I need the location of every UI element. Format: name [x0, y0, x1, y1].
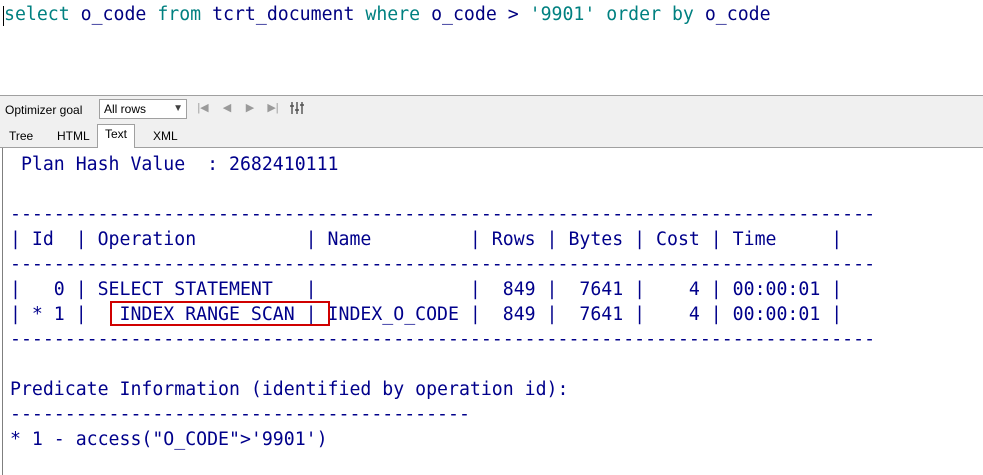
plan-toolbar: Optimizer goal All rows ▼ |◀ ◀ ▶ ▶| — [0, 95, 983, 124]
optimizer-goal-value: All rows — [104, 102, 147, 116]
optimizer-goal-label: Optimizer goal — [5, 103, 83, 117]
optimizer-goal-select[interactable]: All rows ▼ — [99, 99, 187, 119]
sql-keyword: select — [4, 4, 70, 25]
prev-icon[interactable]: ◀ — [220, 101, 234, 115]
last-icon[interactable]: ▶| — [266, 101, 280, 115]
sql-keyword: order by — [606, 4, 694, 25]
tab-xml[interactable]: XML — [153, 127, 178, 147]
sql-ident: o_code > — [420, 4, 530, 25]
sql-keyword: where — [365, 4, 421, 25]
next-icon[interactable]: ▶ — [243, 101, 257, 115]
tab-html[interactable]: HTML — [57, 127, 90, 147]
sql-ident: o_code — [69, 4, 158, 25]
columns-icon[interactable] — [290, 101, 304, 115]
tab-tree[interactable]: Tree — [9, 127, 33, 147]
sql-string-literal: '9901' — [529, 4, 596, 25]
sql-ident: o_code — [693, 4, 771, 25]
sql-editor[interactable]: select o_code from tcrt_document where o… — [0, 0, 983, 95]
chevron-down-icon: ▼ — [173, 103, 183, 114]
tab-text[interactable]: Text — [97, 124, 136, 148]
sql-query-text[interactable]: select o_code from tcrt_document where o… — [4, 4, 771, 26]
sql-ident: tcrt_document — [201, 4, 366, 25]
output-tabs: Tree HTML Text XML — [0, 123, 983, 148]
index-range-scan-highlight — [110, 301, 330, 326]
first-icon[interactable]: |◀ — [196, 101, 210, 115]
sql-keyword: from — [157, 4, 202, 25]
sql-space — [595, 4, 606, 25]
